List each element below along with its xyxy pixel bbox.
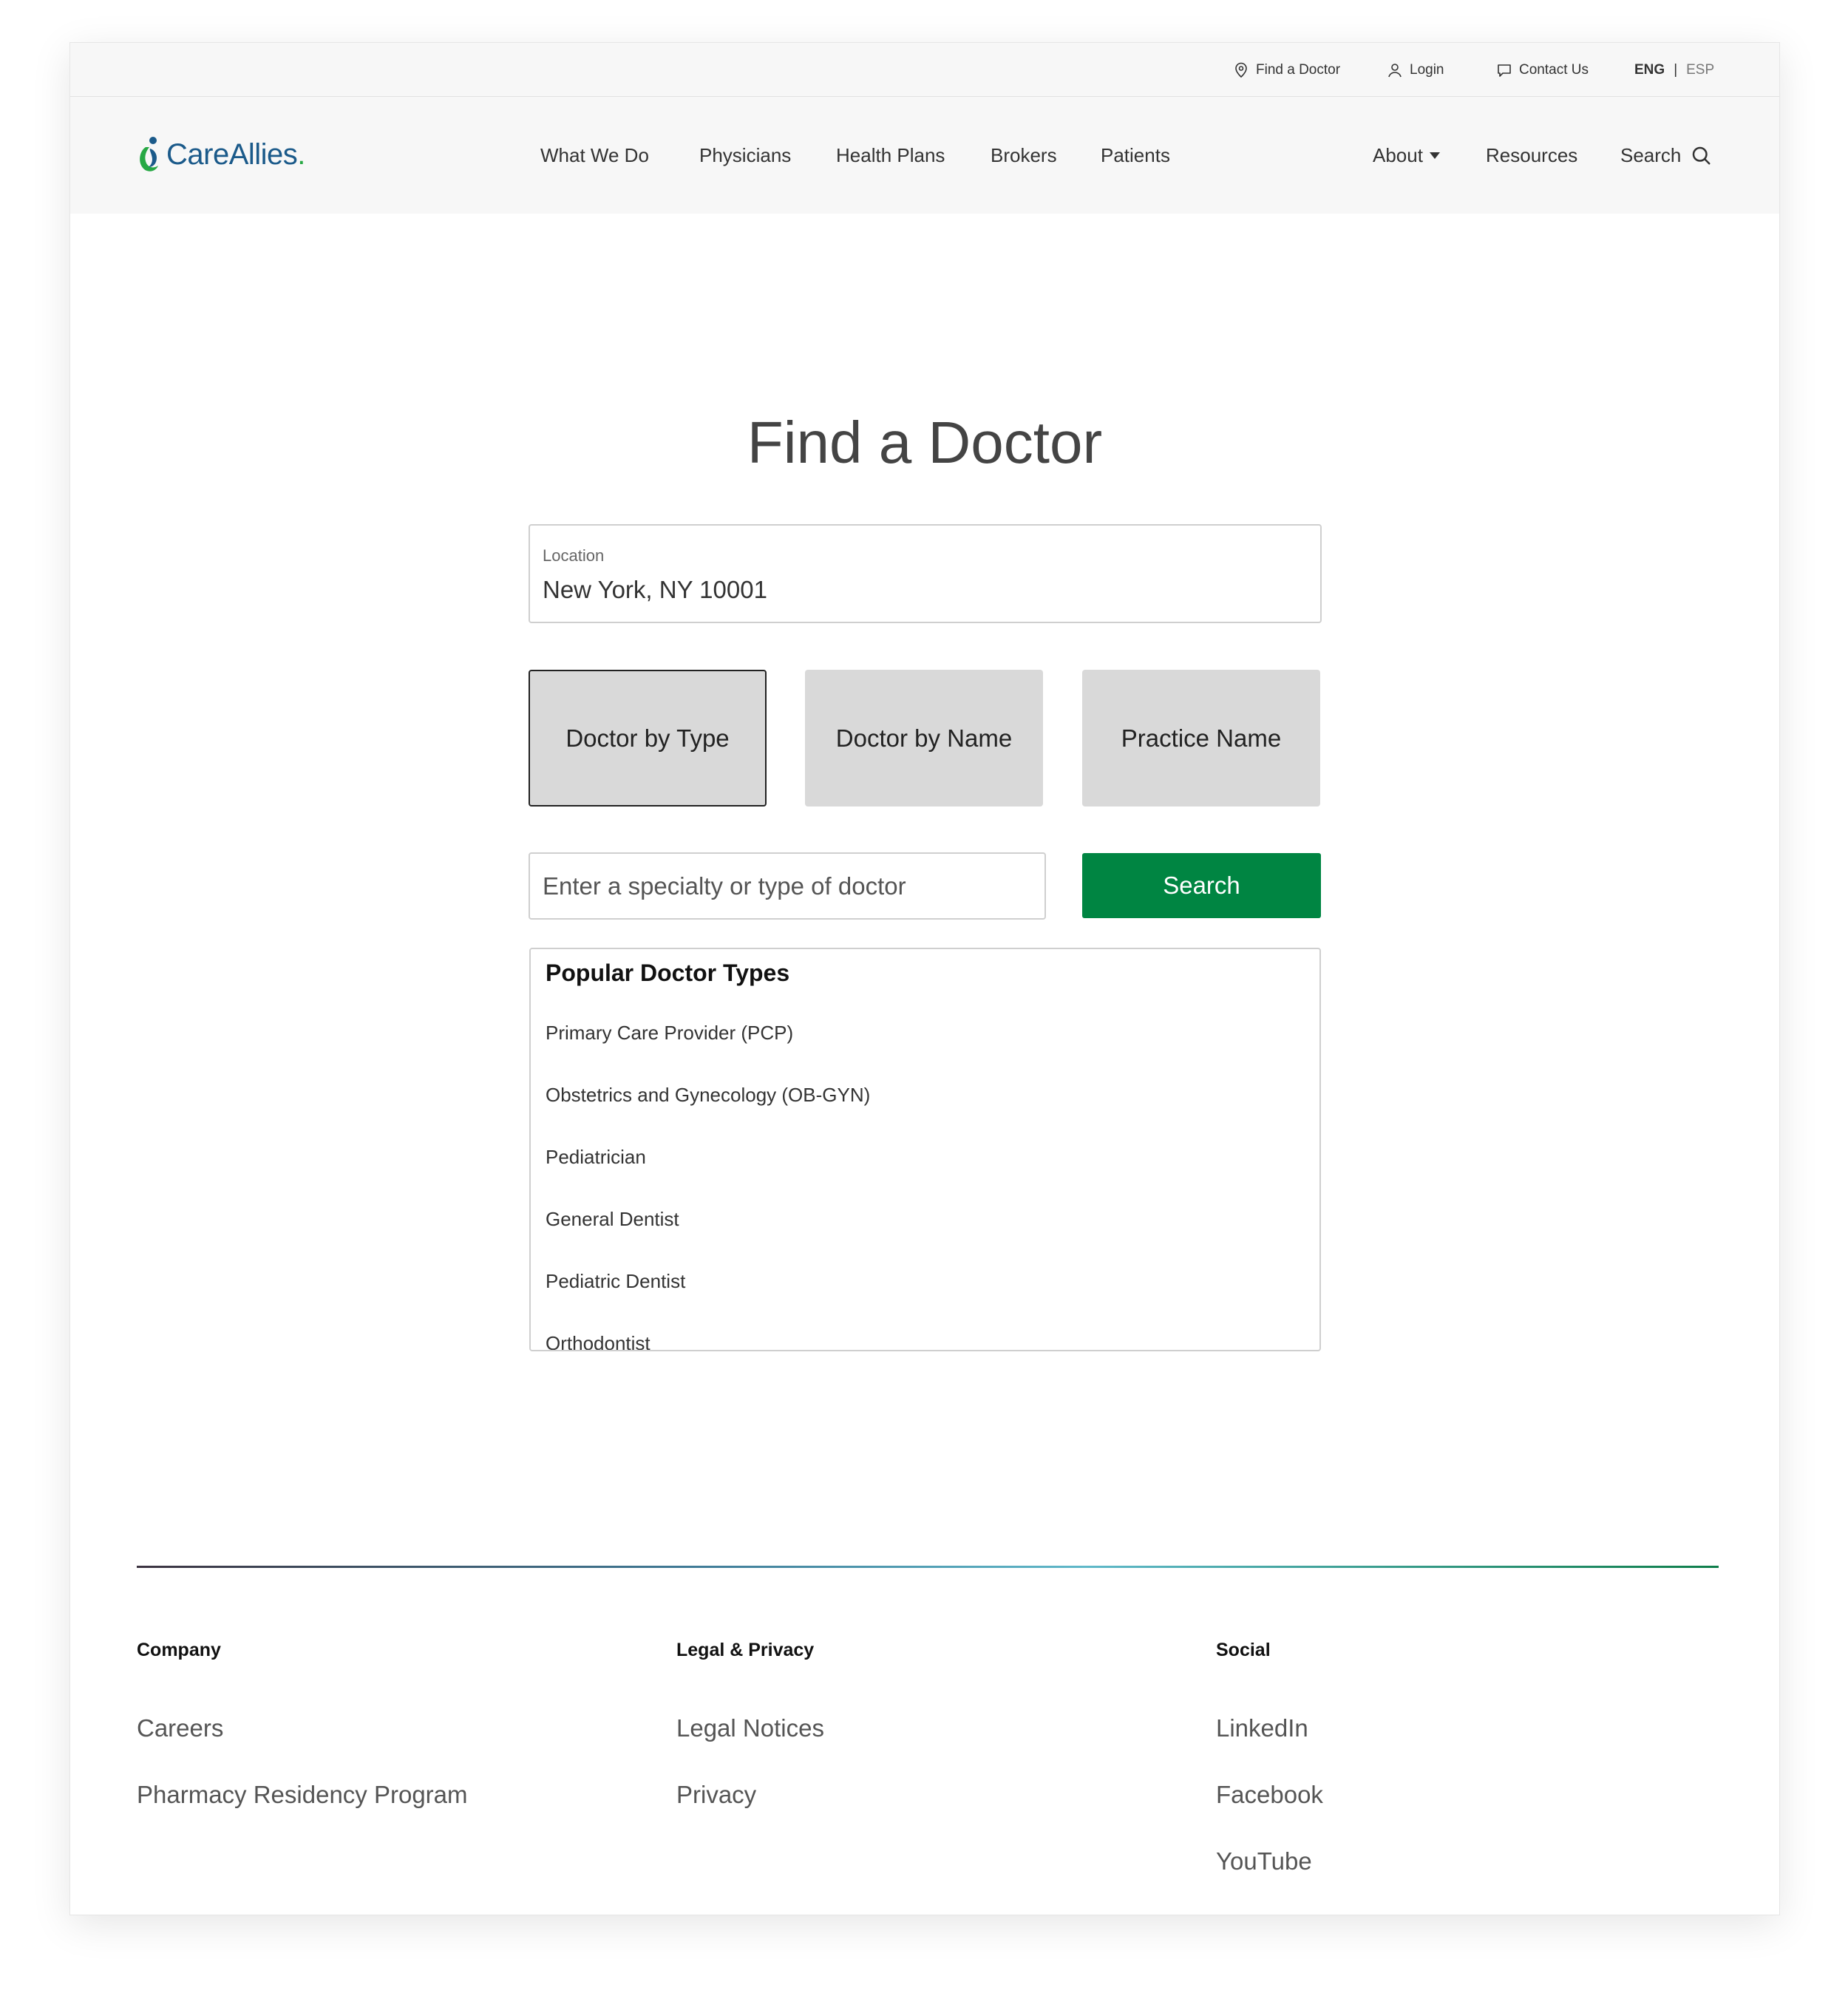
utility-login-label: Login [1410,61,1444,78]
list-item[interactable]: General Dentist [546,1208,870,1270]
lang-esp[interactable]: ESP [1686,62,1714,78]
user-icon [1388,63,1402,77]
location-field[interactable]: Location [529,524,1322,623]
footer-social-column: Social LinkedIn Facebook YouTube [1216,1640,1323,1914]
list-item[interactable]: Pediatrician [546,1146,870,1208]
footer-legal-heading: Legal & Privacy [676,1640,815,1660]
utility-login-link[interactable]: Login [1386,43,1444,97]
list-item[interactable]: Pediatric Dentist [546,1270,870,1332]
search-button[interactable]: Search [1082,853,1321,918]
caret-down-icon [1429,152,1440,159]
nav-search[interactable]: Search [1620,97,1712,214]
popular-doctor-types-panel: Popular Doctor Types Primary Care Provid… [529,948,1321,1351]
footer-company-heading: Company [137,1640,221,1660]
footer-link-legal-notices[interactable]: Legal Notices [676,1714,824,1781]
utility-bar: Find a Doctor Login Contact Us ENG | ESP [70,43,1779,97]
footer-link-careers[interactable]: Careers [137,1714,468,1781]
nav-health-plans[interactable]: Health Plans [836,97,945,214]
lang-separator: | [1674,61,1678,78]
page-frame: Find a Doctor Login Contact Us ENG | ESP [69,42,1780,1915]
list-item[interactable]: Orthodontist [546,1332,870,1350]
nav-about[interactable]: About [1373,97,1440,214]
brand-logo[interactable]: CareAllies. [135,134,305,175]
nav-physicians[interactable]: Physicians [699,97,791,214]
chat-bubble-icon [1498,64,1511,77]
footer-link-privacy[interactable]: Privacy [676,1781,824,1847]
nav-what-we-do[interactable]: What We Do [540,97,649,214]
utility-contact-label: Contact Us [1519,61,1589,78]
footer-social-heading: Social [1216,1640,1271,1660]
nav-search-label: Search [1620,143,1682,166]
footer-divider [137,1566,1719,1568]
careallies-logo-icon [140,137,158,172]
nav-about-label: About [1373,143,1423,166]
nav-brokers[interactable]: Brokers [991,97,1057,214]
nav-patients[interactable]: Patients [1101,97,1170,214]
option-doctor-by-name[interactable]: Doctor by Name [805,670,1043,807]
brand-dot: . [297,137,306,171]
option-practice-name[interactable]: Practice Name [1082,670,1320,807]
utility-contact-link[interactable]: Contact Us [1495,43,1589,97]
language-switcher: ENG | ESP [1634,43,1714,97]
location-input[interactable] [543,576,1282,604]
footer-link-youtube[interactable]: YouTube [1216,1847,1323,1914]
footer-link-linkedin[interactable]: LinkedIn [1216,1714,1323,1781]
search-icon [1693,146,1711,165]
popular-list: Primary Care Provider (PCP) Obstetrics a… [546,1022,870,1350]
location-label: Location [543,546,605,565]
lang-eng[interactable]: ENG [1634,62,1665,78]
list-item[interactable]: Primary Care Provider (PCP) [546,1022,870,1084]
popular-title: Popular Doctor Types [546,960,790,986]
brand-name: CareAllies [166,137,298,171]
specialty-search-input[interactable] [529,852,1046,920]
utility-find-doctor-label: Find a Doctor [1256,61,1341,78]
main-header: CareAllies. What We Do Physicians Health… [70,97,1779,214]
utility-find-doctor-link[interactable]: Find a Doctor [1232,43,1340,97]
page-title: Find a Doctor [747,410,1103,475]
option-doctor-by-type[interactable]: Doctor by Type [529,670,767,807]
footer-legal-column: Legal & Privacy Legal Notices Privacy [676,1640,824,1847]
nav-resources[interactable]: Resources [1486,97,1577,214]
footer-company-column: Company Careers Pharmacy Residency Progr… [137,1640,468,1847]
location-pin-icon [1235,62,1247,78]
list-item[interactable]: Obstetrics and Gynecology (OB-GYN) [546,1084,870,1146]
footer-link-facebook[interactable]: Facebook [1216,1781,1323,1847]
footer-link-pharmacy-residency[interactable]: Pharmacy Residency Program [137,1781,468,1847]
